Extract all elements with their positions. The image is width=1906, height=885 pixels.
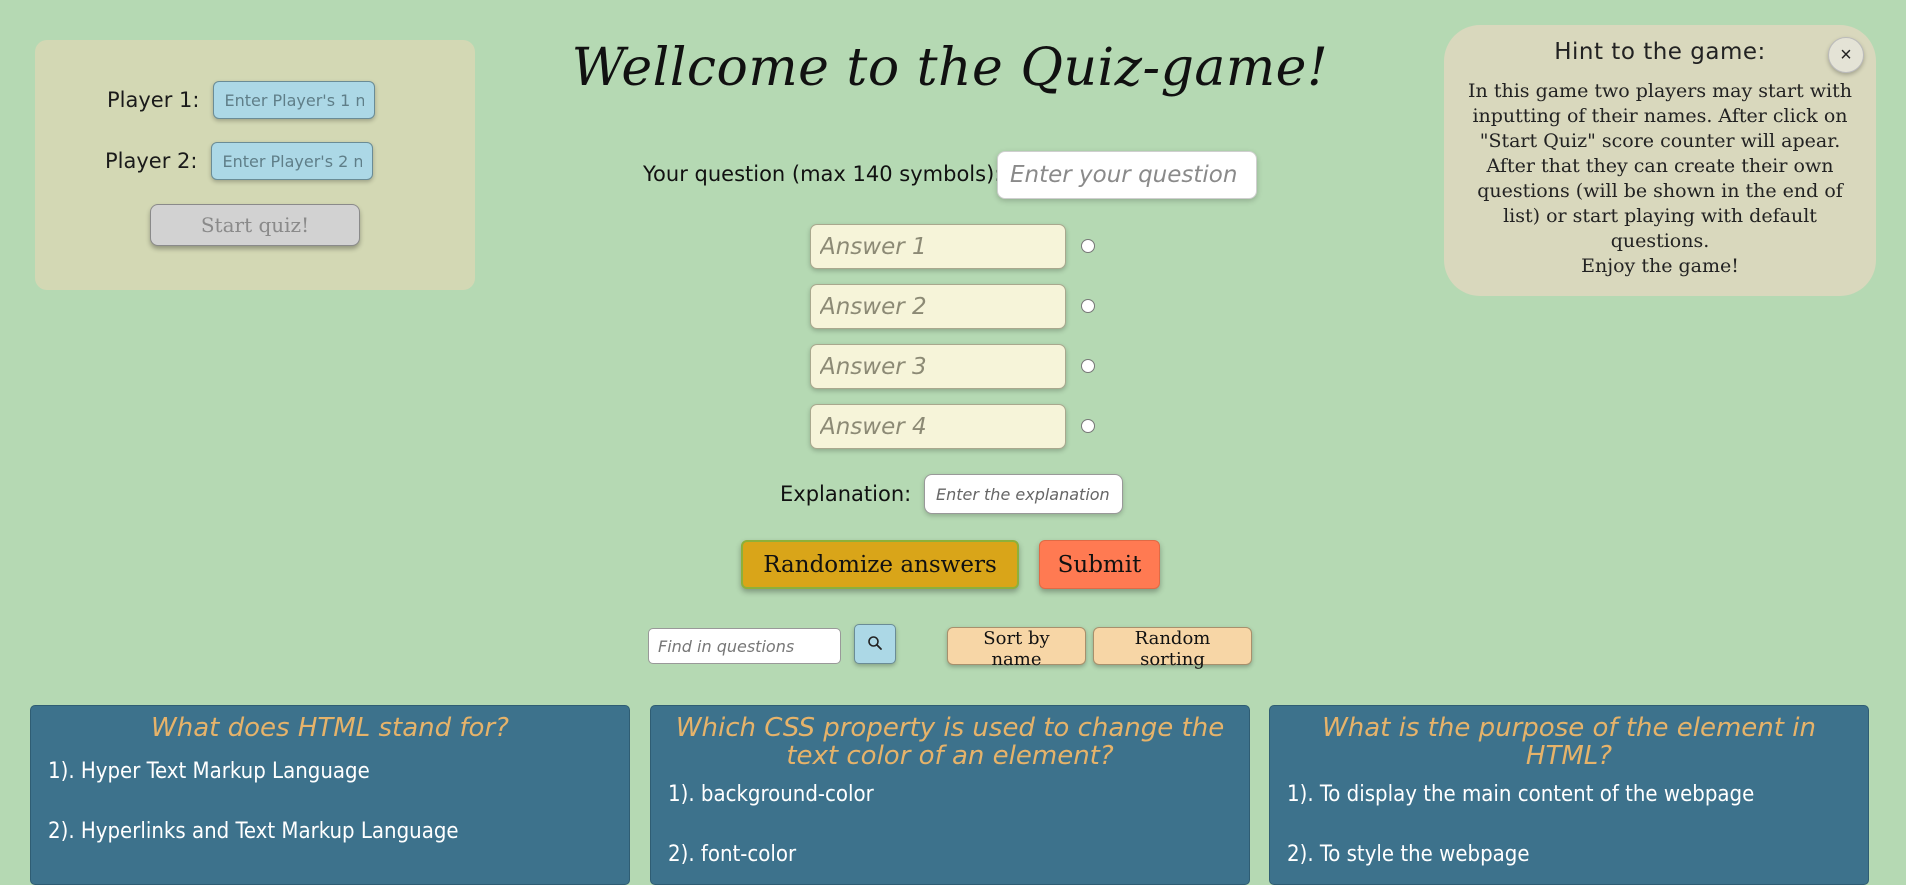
question-card-title: What does HTML stand for? — [151, 713, 509, 743]
sort-by-name-button[interactable]: Sort by name — [947, 627, 1086, 670]
answer-1-input[interactable] — [810, 224, 1066, 269]
player2-label: Player 2: — [105, 149, 198, 173]
answer-option[interactable]: 1). background-color — [668, 781, 1249, 809]
hint-panel: Hint to the game: In this game two playe… — [1444, 25, 1876, 296]
explanation-input[interactable] — [924, 474, 1123, 514]
question-card[interactable]: What is the purpose of the element in HT… — [1269, 705, 1869, 885]
start-quiz-button[interactable]: Start quiz! — [150, 204, 360, 246]
answer-option[interactable]: 2). To style the webpage — [1287, 841, 1868, 869]
answer-option[interactable]: 1). Hyper Text Markup Language — [48, 758, 629, 786]
random-sorting-button[interactable]: Random sorting — [1093, 627, 1252, 670]
answer-4-radio[interactable] — [1081, 419, 1095, 433]
page-title: Wellcome to the Quiz-game! — [571, 38, 1329, 98]
hint-closing: Enjoy the game! — [1581, 255, 1739, 277]
answer-2-input[interactable] — [810, 284, 1066, 329]
submit-button[interactable]: Submit — [1039, 540, 1160, 589]
player1-label: Player 1: — [107, 88, 200, 112]
answer-option[interactable]: 2). Hyperlinks and Text Markup Language — [48, 818, 629, 846]
question-card-title: Which CSS property is used to change the… — [675, 713, 1225, 771]
answer-option[interactable]: 1). To display the main content of the w… — [1287, 781, 1868, 809]
players-panel: Player 1: Player 2: Start quiz! — [35, 40, 475, 290]
question-input[interactable] — [997, 151, 1257, 199]
close-icon: × — [1840, 44, 1852, 66]
randomize-answers-button[interactable]: Randomize answers — [741, 540, 1019, 589]
player2-name-input[interactable] — [211, 142, 374, 180]
answer-2-radio[interactable] — [1081, 299, 1095, 313]
answer-3-input[interactable] — [810, 344, 1066, 389]
answer-option[interactable]: 2). font-color — [668, 841, 1249, 869]
question-card-title: What is the purpose of the element in HT… — [1322, 713, 1816, 771]
answer-3-radio[interactable] — [1081, 359, 1095, 373]
search-icon — [867, 635, 883, 654]
answer-4-input[interactable] — [810, 404, 1066, 449]
find-in-questions-input[interactable] — [648, 628, 841, 664]
hint-title: Hint to the game: — [1554, 39, 1766, 65]
player1-name-input[interactable] — [213, 81, 376, 119]
hint-text: In this game two players may start with … — [1458, 79, 1862, 279]
explanation-label: Explanation: — [780, 482, 912, 506]
hint-body: In this game two players may start with … — [1468, 80, 1852, 252]
player1-row: Player 1: — [107, 81, 376, 119]
search-button[interactable] — [854, 624, 896, 664]
question-card[interactable]: Which CSS property is used to change the… — [650, 705, 1250, 885]
close-hint-button[interactable]: × — [1828, 37, 1864, 73]
player2-row: Player 2: — [105, 142, 374, 180]
question-label: Your question (max 140 symbols): — [643, 162, 1002, 186]
answer-1-radio[interactable] — [1081, 239, 1095, 253]
question-card[interactable]: What does HTML stand for? 1). Hyper Text… — [30, 705, 630, 885]
